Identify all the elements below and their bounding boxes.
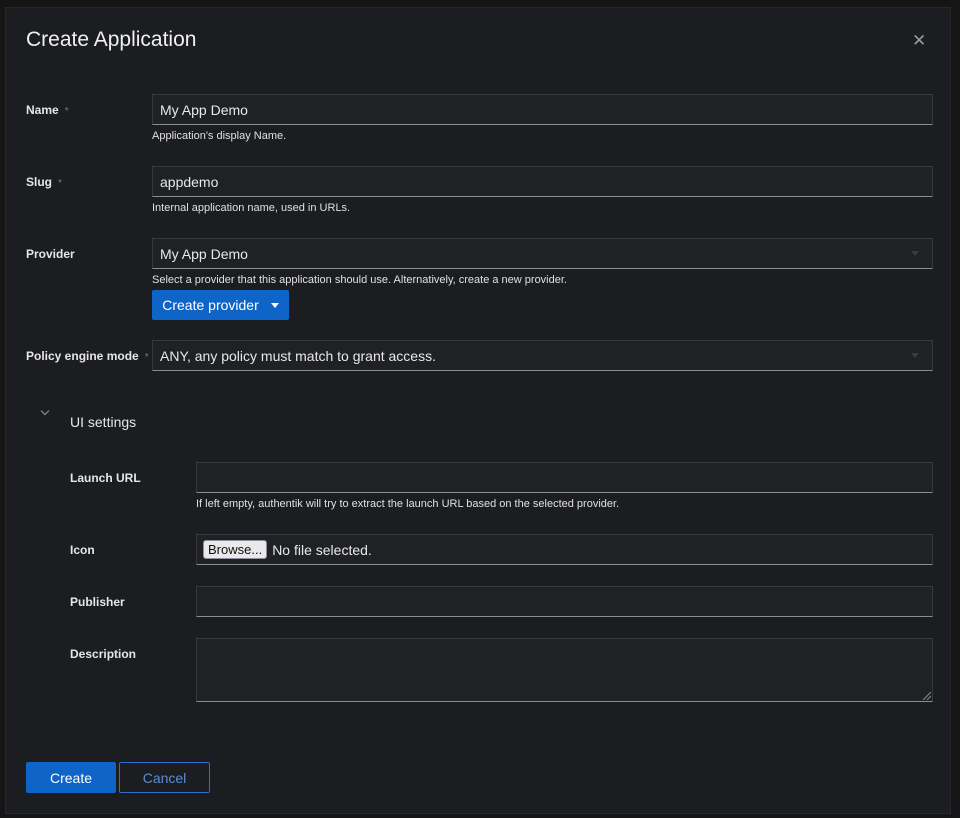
icon-file-input[interactable]: Browse... No file selected. <box>196 534 933 565</box>
icon-label: Icon <box>70 543 95 557</box>
provider-label: Provider <box>26 247 75 261</box>
publisher-label: Publisher <box>70 595 125 609</box>
provider-select-value: My App Demo <box>160 245 248 262</box>
launch-url-label: Launch URL <box>70 471 141 485</box>
resize-handle-icon[interactable] <box>922 691 931 700</box>
slug-input-value: appdemo <box>160 173 219 190</box>
name-help-text: Application's display Name. <box>152 130 287 142</box>
required-marker: * <box>144 352 149 363</box>
launch-url-input[interactable] <box>196 462 933 493</box>
required-marker: * <box>64 106 69 117</box>
publisher-input[interactable] <box>196 586 933 617</box>
policy-engine-mode-select[interactable]: ANY, any policy must match to grant acce… <box>152 340 933 371</box>
file-status-text: No file selected. <box>272 541 372 558</box>
caret-down-icon <box>270 302 279 308</box>
chevron-down-icon <box>911 353 919 358</box>
ui-settings-toggle[interactable] <box>40 406 50 416</box>
create-application-modal: Create Application ✕ Name * My App Demo A… <box>5 7 951 814</box>
slug-label-text: Slug <box>26 175 52 189</box>
provider-help-text: Select a provider that this application … <box>152 274 567 286</box>
name-label-text: Name <box>26 103 59 117</box>
cancel-button[interactable]: Cancel <box>119 762 210 793</box>
modal-title: Create Application <box>26 28 197 51</box>
provider-label-text: Provider <box>26 247 75 261</box>
create-provider-label: Create provider <box>162 297 259 313</box>
provider-select[interactable]: My App Demo <box>152 238 933 269</box>
description-label: Description <box>70 647 137 661</box>
policy-engine-mode-value: ANY, any policy must match to grant acce… <box>160 347 436 364</box>
name-input-value: My App Demo <box>160 101 248 118</box>
launch-url-help-text: If left empty, authentik will try to ext… <box>196 498 620 510</box>
policy-engine-mode-label-text: Policy engine mode <box>26 349 139 363</box>
browse-button[interactable]: Browse... <box>203 540 268 559</box>
slug-label: Slug * <box>26 175 62 189</box>
name-input[interactable]: My App Demo <box>152 94 933 125</box>
slug-help-text: Internal application name, used in URLs. <box>152 202 351 214</box>
close-icon[interactable]: ✕ <box>912 32 926 49</box>
policy-engine-mode-label: Policy engine mode * <box>26 349 149 363</box>
description-textarea[interactable] <box>196 638 933 702</box>
required-marker: * <box>58 178 62 189</box>
name-label: Name * <box>26 103 69 117</box>
ui-settings-label[interactable]: UI settings <box>70 414 136 430</box>
slug-input[interactable]: appdemo <box>152 166 933 197</box>
chevron-down-icon <box>40 406 50 416</box>
create-button[interactable]: Create <box>26 762 116 793</box>
create-provider-button[interactable]: Create provider <box>152 290 289 320</box>
chevron-down-icon <box>911 251 919 256</box>
